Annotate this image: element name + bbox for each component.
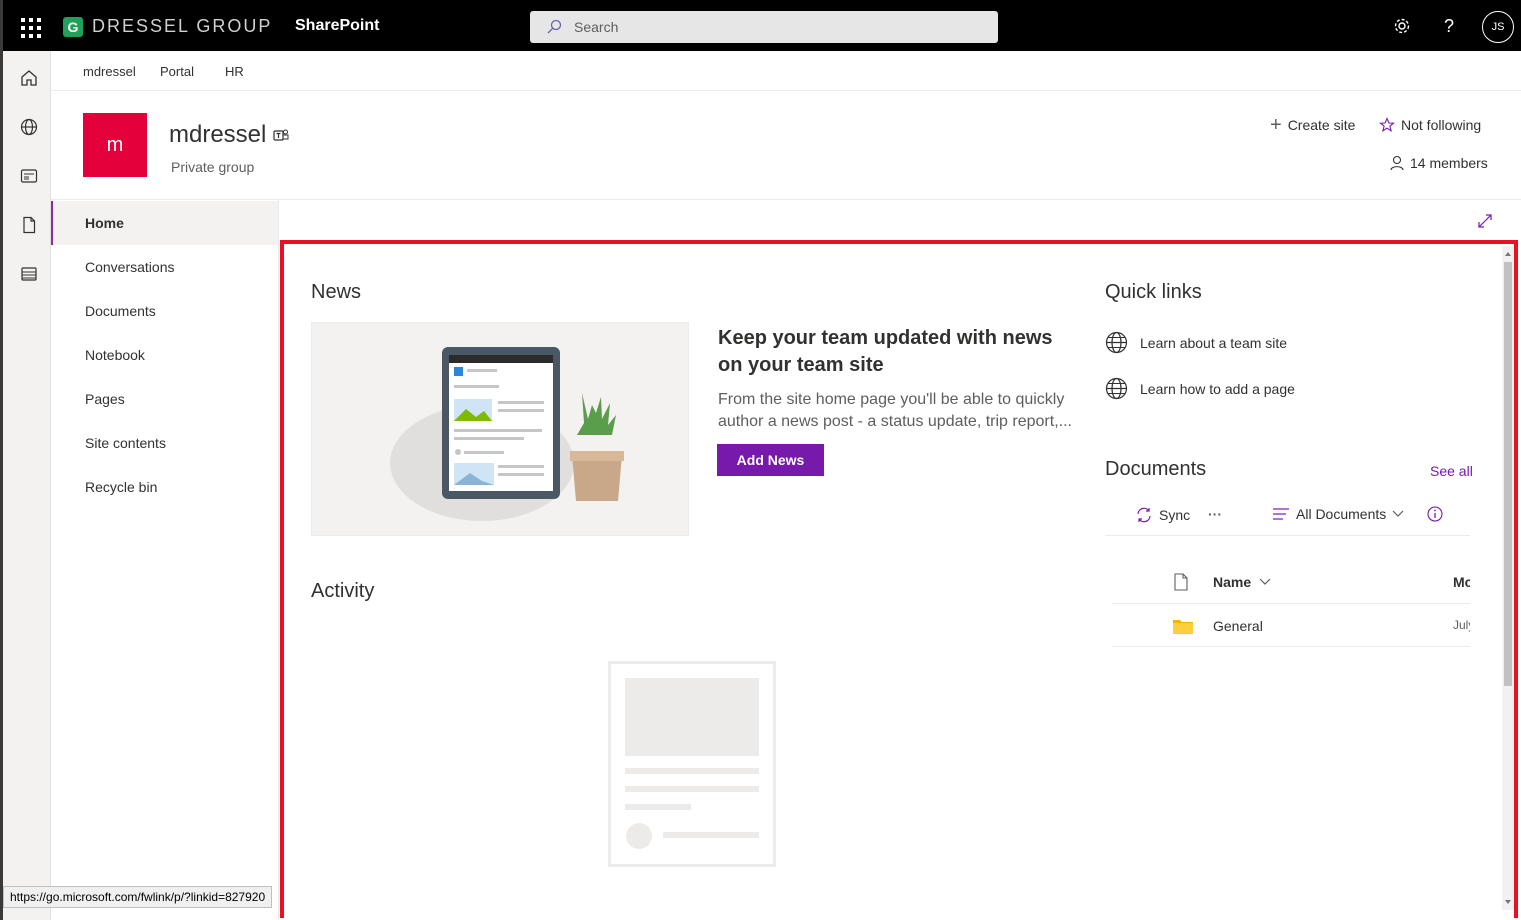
search-icon [547, 19, 562, 34]
follow-button[interactable]: Not following [1379, 117, 1481, 133]
search-box[interactable] [530, 11, 998, 43]
hub-navigation: mdressel Portal HR [51, 51, 1521, 91]
hubnav-item-hr[interactable]: HR [225, 64, 244, 79]
app-name[interactable]: SharePoint [295, 17, 379, 35]
nav-item-home[interactable]: Home [51, 201, 278, 245]
app-rail [0, 51, 51, 920]
brand-logo[interactable]: G [63, 17, 83, 37]
sharepoint-window: G DRESSEL GROUP SharePoint ? JS mdressel… [0, 0, 1521, 920]
home-icon[interactable] [19, 68, 39, 88]
members-label: 14 members [1410, 155, 1488, 171]
nav-item-pages[interactable]: Pages [51, 377, 278, 421]
news-icon[interactable] [19, 166, 39, 186]
nav-item-recycle-bin[interactable]: Recycle bin [51, 465, 278, 509]
app-launcher-icon[interactable] [13, 10, 45, 42]
teams-icon[interactable] [273, 127, 289, 143]
plus-icon: + [1270, 114, 1282, 136]
site-title[interactable]: mdressel [169, 121, 266, 149]
suite-bar: G DRESSEL GROUP SharePoint ? JS [0, 0, 1521, 51]
hubnav-item-portal[interactable]: Portal [160, 64, 194, 79]
list-icon[interactable] [19, 264, 39, 284]
nav-item-conversations[interactable]: Conversations [51, 245, 278, 289]
site-navigation: Home Conversations Documents Notebook Pa… [51, 200, 279, 920]
site-logo[interactable]: m [83, 113, 147, 177]
nav-item-documents[interactable]: Documents [51, 289, 278, 333]
person-icon [1390, 155, 1404, 171]
follow-label: Not following [1401, 117, 1482, 133]
file-icon[interactable] [19, 215, 39, 235]
user-avatar[interactable]: JS [1482, 11, 1514, 43]
status-bar-url: https://go.microsoft.com/fwlink/p/?linki… [3, 886, 273, 908]
nav-item-notebook[interactable]: Notebook [51, 333, 278, 377]
help-icon[interactable]: ? [1436, 13, 1462, 39]
search-input[interactable] [574, 11, 974, 43]
expand-icon[interactable] [1477, 213, 1493, 229]
star-icon [1379, 117, 1395, 133]
nav-item-site-contents[interactable]: Site contents [51, 421, 278, 465]
site-privacy: Private group [171, 159, 255, 175]
hubnav-item-mdressel[interactable]: mdressel [83, 64, 136, 79]
members-button[interactable]: 14 members [1390, 155, 1488, 171]
highlight-box [280, 240, 1518, 918]
site-header: m mdressel Private group + Create site N… [51, 91, 1521, 200]
create-site-label: Create site [1287, 117, 1356, 133]
gear-icon[interactable] [1389, 13, 1415, 39]
brand-name[interactable]: DRESSEL GROUP [92, 16, 272, 37]
create-site-button[interactable]: + Create site [1270, 114, 1356, 136]
globe-icon[interactable] [19, 117, 39, 137]
